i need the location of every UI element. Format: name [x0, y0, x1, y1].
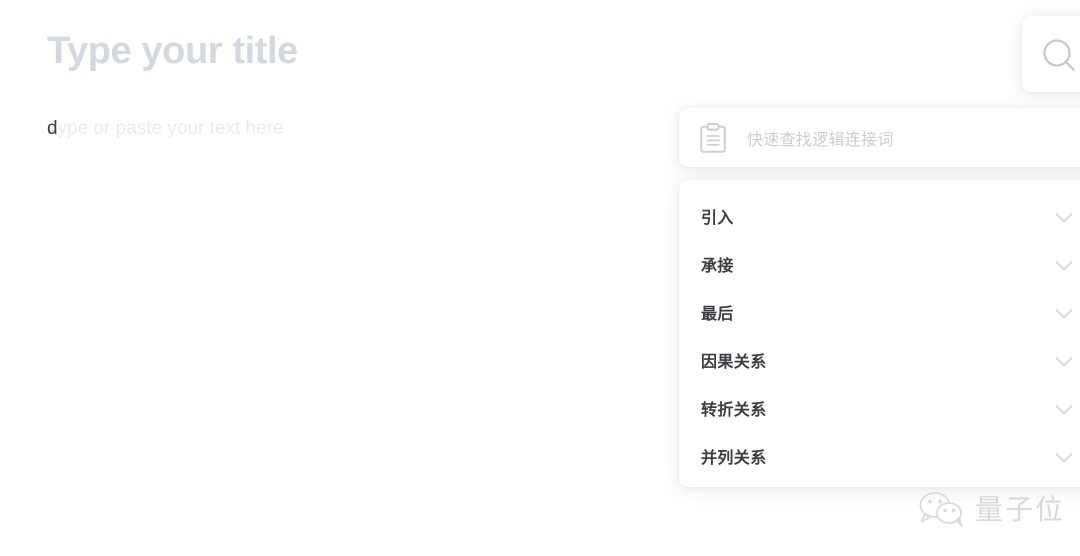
logic-connector-panel: 快速查找逻辑连接词 引入 承接 最后 因果关系 转折关系 并列关系	[679, 108, 1080, 488]
search-icon[interactable]	[1040, 36, 1080, 81]
category-row-bingliequanxi[interactable]: 并列关系	[679, 432, 1080, 480]
category-label: 因果关系	[701, 354, 767, 371]
clipboard-icon	[679, 122, 726, 153]
document-body-placeholder: Type or paste your text here	[47, 118, 284, 139]
chevron-down-icon[interactable]	[1055, 307, 1073, 319]
quick-search-input[interactable]: 快速查找逻辑连接词	[747, 126, 894, 150]
chevron-down-icon[interactable]	[1055, 259, 1073, 271]
category-label: 并列关系	[701, 450, 767, 467]
document-editor[interactable]: Type your title Type or paste your text …	[0, 0, 680, 556]
category-label: 承接	[701, 258, 734, 275]
chevron-down-icon[interactable]	[1055, 355, 1073, 367]
category-row-yinguoguanxi[interactable]: 因果关系	[679, 336, 1080, 384]
chevron-down-icon[interactable]	[1055, 403, 1073, 415]
category-label: 引入	[701, 210, 734, 227]
document-body-typed-text: d	[47, 118, 58, 139]
category-list-card: 引入 承接 最后 因果关系 转折关系 并列关系	[679, 180, 1080, 487]
watermark: 量子位	[915, 488, 1065, 532]
chevron-down-icon[interactable]	[1055, 451, 1073, 463]
chevron-down-icon[interactable]	[1055, 211, 1073, 223]
category-label: 最后	[701, 306, 734, 323]
watermark-text: 量子位	[975, 494, 1066, 525]
category-row-zhuanzheguanxi[interactable]: 转折关系	[679, 384, 1080, 432]
category-row-yinru[interactable]: 引入	[679, 192, 1080, 240]
document-title-placeholder[interactable]: Type your title	[47, 28, 298, 74]
category-row-zuihou[interactable]: 最后	[679, 288, 1080, 336]
quick-search-card[interactable]: 快速查找逻辑连接词	[679, 108, 1080, 167]
wechat-logo-icon	[915, 490, 971, 530]
search-button-card[interactable]	[1022, 16, 1080, 92]
category-row-chengjie[interactable]: 承接	[679, 240, 1080, 288]
category-label: 转折关系	[701, 402, 767, 419]
